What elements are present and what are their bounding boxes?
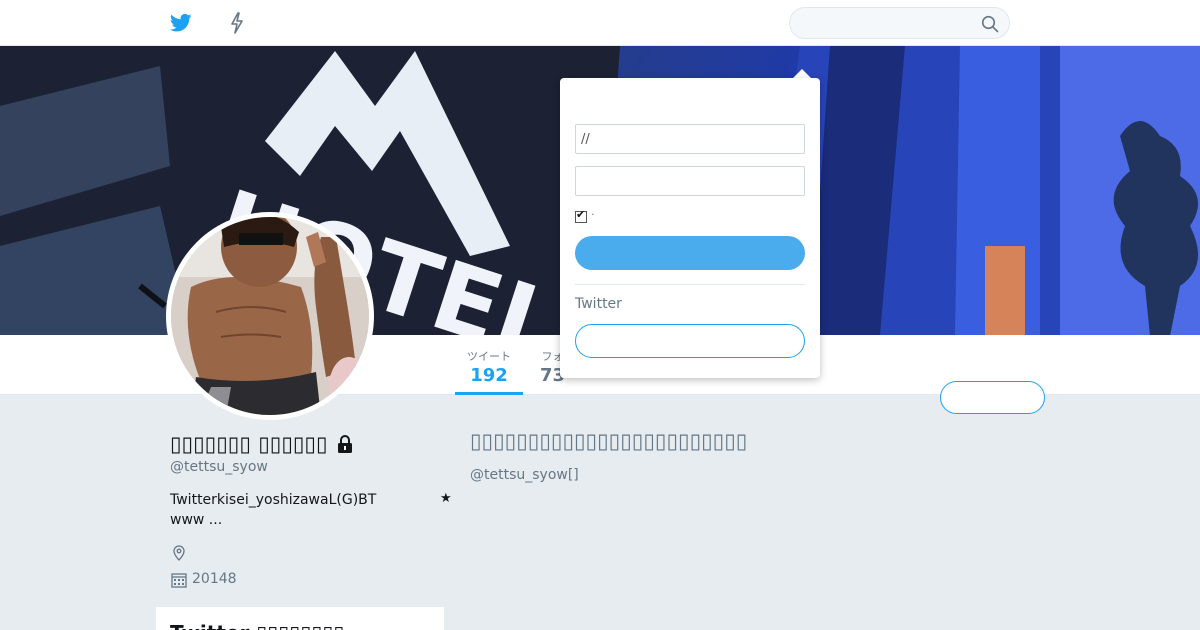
search-input[interactable] (802, 14, 972, 34)
search-box[interactable] (789, 7, 1010, 39)
sidebar-card: Twitter ▯▯▯▯▯▯▯▯ (156, 607, 444, 630)
avatar[interactable] (166, 212, 374, 420)
signup-button[interactable] (575, 324, 805, 358)
tweets-label: ツイート (467, 350, 511, 363)
login-button[interactable] (575, 236, 805, 270)
bio-line-2: www ... (170, 512, 223, 528)
signup-prompt: Twitter (575, 296, 622, 312)
calendar-icon (171, 573, 187, 588)
follow-button[interactable] (940, 381, 1045, 414)
map-pin-icon (173, 545, 185, 561)
sidebar-card-title: Twitter ▯▯▯▯▯▯▯▯ (170, 621, 344, 630)
divider (575, 284, 805, 285)
protected-tweets-message: @tettsu_syow[] (470, 467, 579, 483)
lightning-bolt-icon[interactable] (229, 12, 245, 34)
tweets-stat-tab[interactable]: ツイート 192 (455, 335, 523, 395)
profile-name[interactable]: ▯▯▯▯▯▯▯ ▯▯▯▯▯▯ (170, 432, 328, 456)
profile-handle[interactable]: @tettsu_syow (170, 459, 268, 475)
magnifier-icon[interactable] (981, 15, 999, 33)
password-field[interactable] (575, 166, 805, 196)
bio-line-1: Twitterkisei_yoshizawaL(G)BT (170, 492, 377, 508)
username-field[interactable] (575, 124, 805, 154)
remember-me-label: · (591, 208, 595, 221)
profile-bio: Twitterkisei_yoshizawaL(G)BT www ... (170, 490, 460, 530)
checkmark-icon: ✔ (576, 208, 586, 221)
twitter-bird-icon[interactable] (170, 13, 192, 33)
joined-date: 20148 (192, 571, 237, 587)
lock-icon (337, 435, 352, 453)
bio-star: ★ (440, 491, 452, 506)
tweets-count: 192 (470, 365, 508, 386)
profile-name-row: ▯▯▯▯▯▯▯ ▯▯▯▯▯▯ (170, 432, 353, 458)
protected-tweets-heading: ▯▯▯▯▯▯▯▯▯▯▯▯▯▯▯▯▯▯▯▯▯▯▯▯ (470, 429, 748, 453)
top-navigation-bar (0, 0, 1200, 46)
login-dropdown: ✔ · Twitter (560, 78, 820, 378)
